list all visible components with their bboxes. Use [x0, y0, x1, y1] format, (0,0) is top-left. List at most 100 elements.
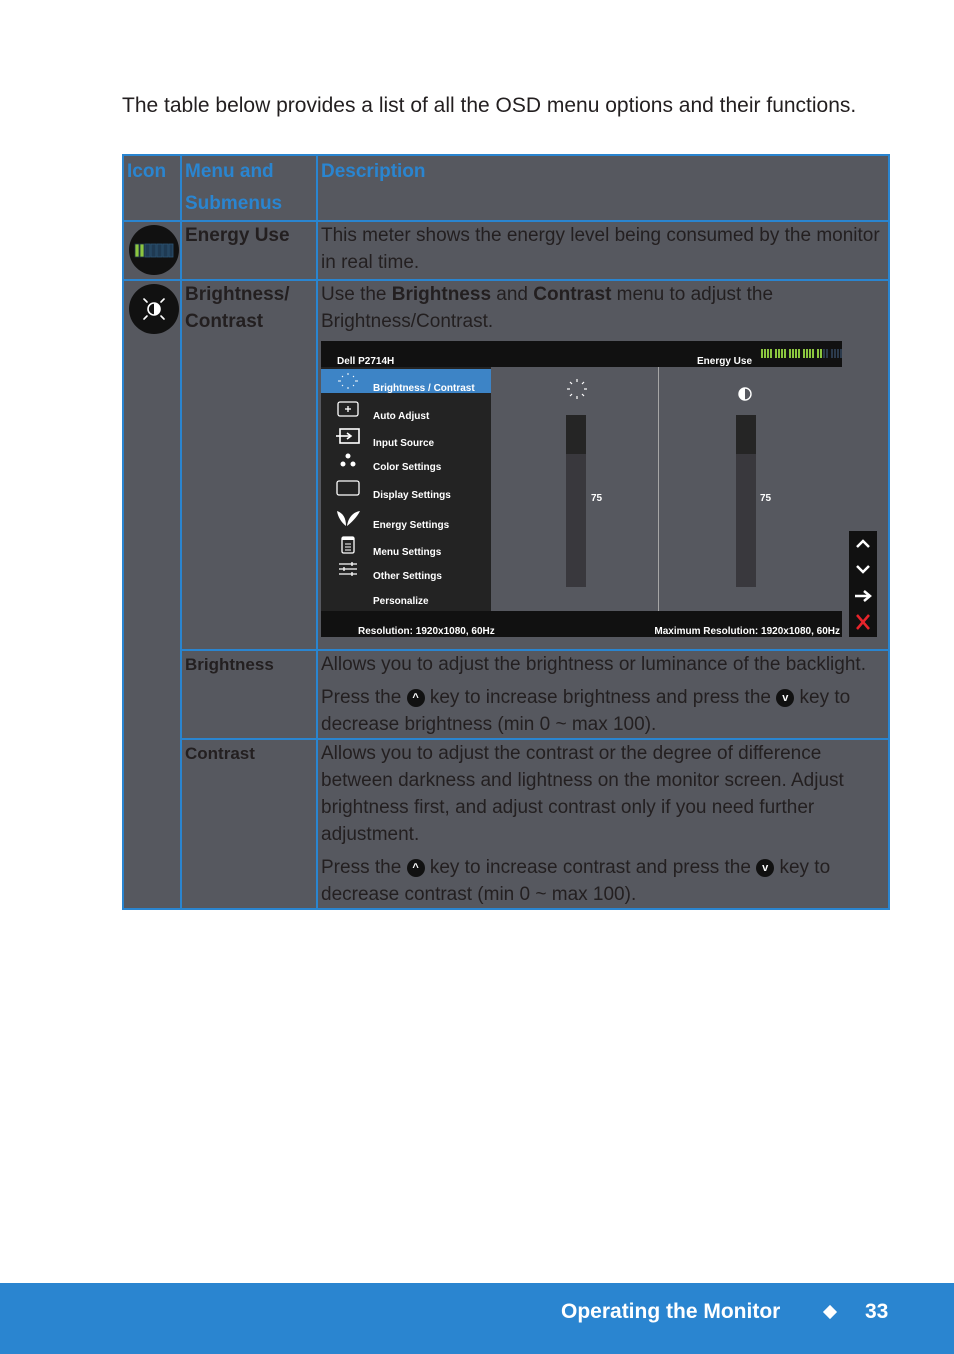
energy-meter-segment	[834, 349, 836, 358]
brightness-value: 75	[591, 493, 603, 504]
down-key-icon: v	[776, 689, 795, 707]
description-text: Use the Brightness and Contrast menu to …	[321, 281, 885, 335]
header-menu-line1: Menu and	[185, 161, 274, 182]
energy-meter-segment	[792, 349, 794, 358]
bold-brightness: Brightness	[391, 284, 492, 305]
energy-meter-segment	[781, 349, 783, 358]
osd-title-bar: Dell P2714H Energy Use	[321, 341, 842, 367]
description-energy-use: This meter shows the energy level being …	[316, 220, 890, 281]
energy-meter-segment	[798, 349, 800, 358]
up-key-icon: ^	[406, 689, 425, 707]
header-menu-line2: Submenus	[185, 193, 283, 214]
energy-meter-segment	[809, 349, 811, 358]
auto-adjust-icon	[335, 400, 361, 418]
osd-energy-label: Energy Use	[697, 356, 753, 367]
description-keys: Press the ^ key to increase brightness a…	[321, 684, 885, 738]
osd-divider	[658, 367, 659, 611]
text-span: Use the	[321, 284, 392, 305]
energy-meter-segment	[806, 349, 808, 358]
display-settings-icon	[335, 479, 361, 497]
text-span: and	[491, 284, 534, 305]
energy-meter-segment	[823, 349, 825, 358]
submenu-contrast: Contrast	[180, 738, 318, 910]
osd-menu-item[interactable]: Auto Adjust	[321, 397, 491, 422]
menu-brightness-contrast-line2: Contrast	[185, 311, 264, 332]
down-icon[interactable]	[849, 557, 877, 583]
brightness-panel-icon	[565, 377, 589, 409]
energy-settings-icon	[335, 509, 361, 527]
contrast-value: 75	[760, 493, 772, 504]
intro-text: The table below provides a list of all t…	[122, 94, 857, 117]
icon-cell	[122, 279, 182, 910]
icon-cell	[122, 220, 182, 281]
text-span: Press the	[321, 687, 407, 708]
osd-side-keys	[849, 531, 877, 637]
energy-meter-icon	[129, 225, 179, 275]
table-row-brightness: Brightness Allows you to adjust the brig…	[123, 649, 890, 740]
osd-menu-item[interactable]: Menu Settings	[321, 533, 491, 558]
menu-settings-icon	[335, 536, 361, 554]
osd-menu-item[interactable]: Personalize	[321, 582, 491, 607]
description-brightness: Allows you to adjust the brightness or l…	[316, 649, 890, 740]
text-span: key to increase contrast and press the	[424, 857, 757, 878]
energy-meter-segment	[840, 349, 842, 358]
header-icon: Icon	[122, 154, 182, 222]
footer-section-title: Operating the Monitor	[561, 1300, 781, 1323]
header-menu: Menu and Submenus	[180, 154, 318, 222]
osd-resolution: Resolution: 1920x1080, 60Hz	[358, 626, 495, 637]
table-header-row: Icon Menu and Submenus Description	[122, 154, 890, 222]
down-key-icon: v	[756, 859, 775, 877]
osd-max-resolution: Maximum Resolution: 1920x1080, 60Hz	[654, 626, 840, 637]
osd-menu-item[interactable]: Input Source	[321, 424, 491, 449]
osd-menu-list: Brightness / Contrast Auto Adjust Input So…	[321, 367, 491, 611]
energy-meter-segment	[761, 349, 763, 358]
energy-meter-segment	[803, 349, 805, 358]
osd-window: Dell P2714H Energy Use Brightness / Cont…	[321, 341, 842, 637]
table-row-brightness-contrast: Brightness/ Contrast Use the Brightness …	[122, 279, 890, 910]
brightness-slider[interactable]	[566, 415, 586, 587]
energy-meter-segment	[831, 349, 833, 358]
energy-meter-segment	[770, 349, 772, 358]
description-contrast: Allows you to adjust the contrast or the…	[316, 738, 890, 910]
color-settings-icon	[335, 451, 361, 469]
osd-menu-item[interactable]: Other Settings	[321, 557, 491, 582]
energy-meter-segment	[826, 349, 828, 358]
menu-brightness-contrast-line1: Brightness/	[185, 284, 290, 305]
exit-x-icon[interactable]	[849, 609, 877, 635]
up-key-icon: ^	[406, 859, 425, 877]
energy-meter-segment	[812, 349, 814, 358]
other-settings-icon	[335, 560, 361, 578]
energy-meter-segment	[817, 349, 819, 358]
osd-menu-item[interactable]: Brightness / Contrast	[321, 369, 491, 394]
submenu-brightness: Brightness	[180, 649, 318, 740]
osd-status-bar: Resolution: 1920x1080, 60Hz Maximum Reso…	[321, 611, 842, 637]
contrast-slider[interactable]	[736, 415, 756, 587]
energy-meter-segment	[764, 349, 766, 358]
osd-screenshot: Dell P2714H Energy Use Brightness / Cont…	[321, 341, 877, 641]
text-span: Press the	[321, 857, 407, 878]
osd-menu-item[interactable]: Energy Settings	[321, 506, 491, 531]
enter-arrow-icon[interactable]	[849, 583, 877, 609]
description-text: Allows you to adjust the brightness or l…	[321, 654, 866, 675]
brightness-icon	[335, 372, 361, 390]
menu-energy-use: Energy Use	[180, 220, 318, 281]
header-description: Description	[316, 154, 890, 222]
osd-menu-item[interactable]: Display Settings	[321, 476, 491, 501]
energy-meter-segment	[837, 349, 839, 358]
table-row-energy-use: Energy Use This meter shows the energy l…	[122, 220, 890, 281]
energy-meter-segment	[795, 349, 797, 358]
energy-meter-segment	[778, 349, 780, 358]
energy-meter-segment	[767, 349, 769, 358]
energy-meter-segment	[775, 349, 777, 358]
energy-meter-segment	[784, 349, 786, 358]
osd-menu-item[interactable]: Color Settings	[321, 448, 491, 473]
brightness-contrast-icon	[129, 284, 179, 334]
slider-empty	[736, 415, 756, 454]
bold-contrast: Contrast	[533, 284, 612, 305]
up-icon[interactable]	[849, 531, 877, 557]
energy-meter-segment	[820, 349, 822, 358]
description-brightness-contrast: Use the Brightness and Contrast menu to …	[316, 279, 890, 651]
table-row-contrast: Contrast Allows you to adjust the contra…	[123, 738, 890, 910]
text-span: key to increase brightness and press the	[424, 687, 777, 708]
slider-empty	[566, 415, 586, 454]
